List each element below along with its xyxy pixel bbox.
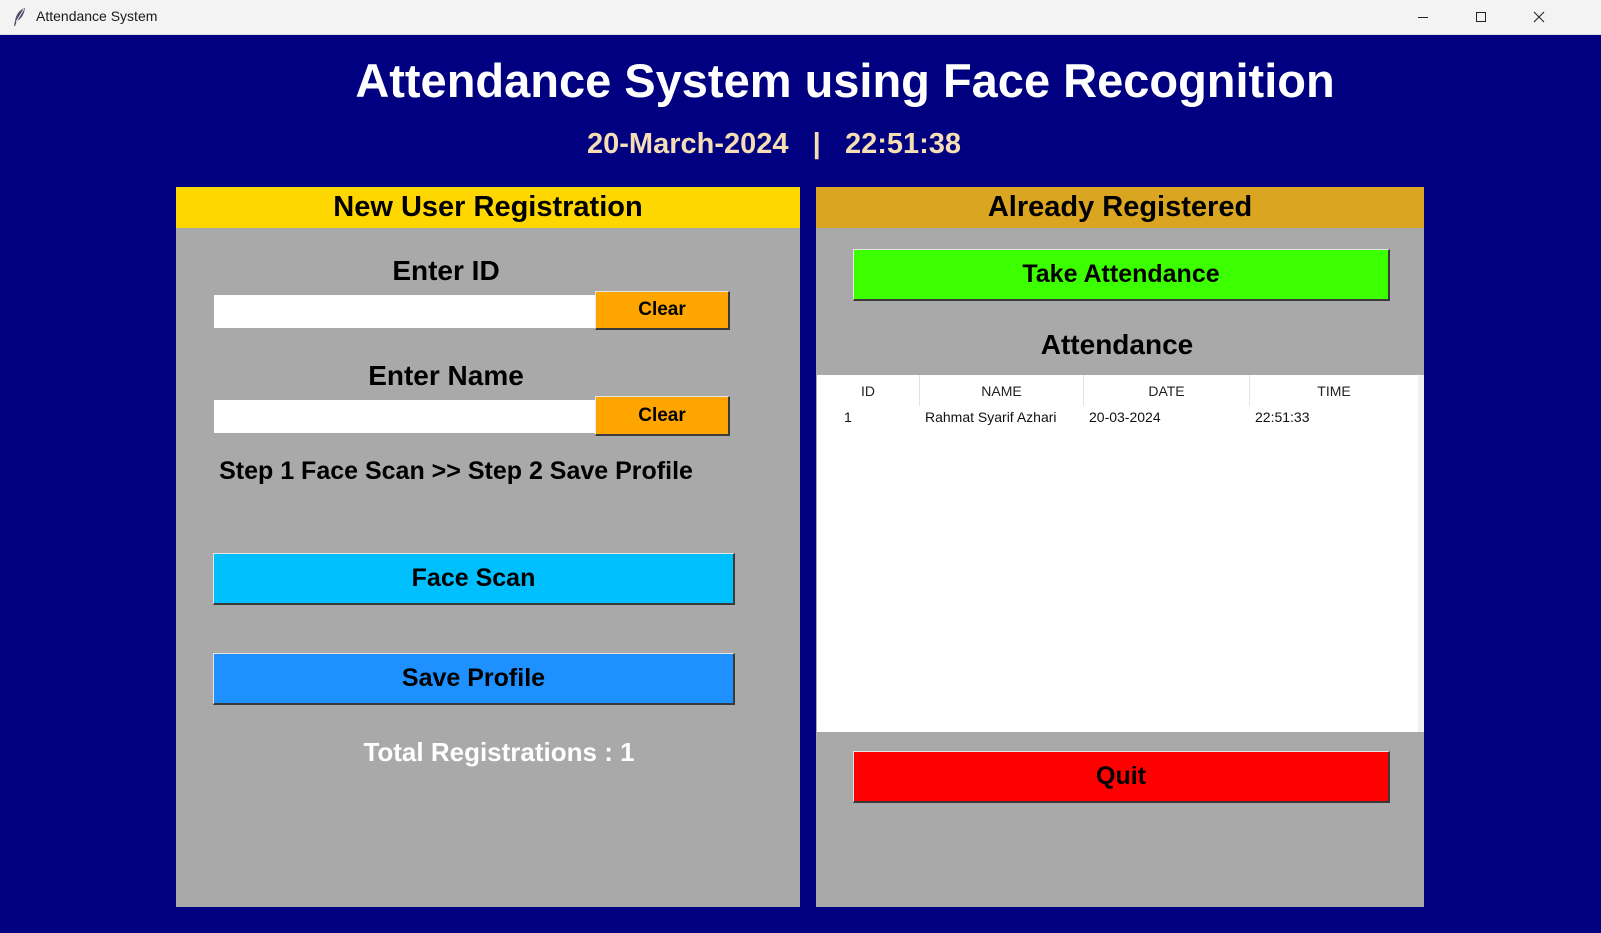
attendance-label: Attendance	[1040, 329, 1194, 360]
close-button[interactable]	[1510, 0, 1568, 34]
row-id-cell: 1	[844, 409, 852, 425]
table-row[interactable]: 1 Rahmat Syarif Azhari 20-03-2024 22:51:…	[817, 406, 1418, 428]
enter-id-label: Enter ID	[392, 255, 500, 286]
attendance-table[interactable]: ID NAME DATE TIME 1 Rahmat Syarif Azhari…	[817, 375, 1418, 732]
window-titlebar[interactable]: Attendance System	[0, 0, 1601, 35]
maximize-button[interactable]	[1452, 0, 1510, 34]
quit-button[interactable]: Quit	[853, 751, 1390, 803]
name-input[interactable]	[214, 400, 596, 433]
already-registered-header: Already Registered	[816, 187, 1424, 228]
already-registered-panel: Already Registered Take Attendance Atten…	[816, 187, 1424, 907]
app-heading: Attendance System using Face Recognition	[355, 54, 1335, 107]
app-window: Attendance System using Face Recognition…	[0, 35, 1601, 933]
maximize-icon	[1476, 12, 1486, 22]
column-header-id[interactable]: ID	[817, 375, 920, 406]
face-scan-button[interactable]: Face Scan	[213, 553, 735, 605]
row-name-cell: Rahmat Syarif Azhari	[925, 409, 1057, 425]
row-time-cell: 22:51:33	[1255, 409, 1310, 425]
registration-steps-text: Step 1 Face Scan >> Step 2 Save Profile	[219, 457, 693, 485]
minimize-icon	[1418, 17, 1428, 18]
window-title: Attendance System	[36, 8, 158, 24]
date-time-separator: |	[812, 128, 821, 160]
clear-id-button[interactable]: Clear	[595, 291, 730, 330]
row-date-cell: 20-03-2024	[1089, 409, 1161, 425]
date-time-display: 20-March-2024 | 22:51:38	[587, 128, 961, 161]
take-attendance-button[interactable]: Take Attendance	[853, 249, 1390, 301]
close-icon	[1533, 11, 1545, 23]
current-date: 20-March-2024	[587, 128, 789, 160]
id-input[interactable]	[214, 295, 596, 328]
attendance-table-header: ID NAME DATE TIME	[817, 375, 1418, 406]
column-header-time[interactable]: TIME	[1250, 375, 1418, 406]
feather-icon	[14, 8, 25, 26]
minimize-button[interactable]	[1394, 0, 1452, 34]
column-header-name[interactable]: NAME	[920, 375, 1084, 406]
new-user-registration-panel: New User Registration Enter ID Clear Ent…	[176, 187, 800, 907]
new-user-registration-header: New User Registration	[176, 187, 800, 228]
table-scrollbar[interactable]	[1418, 375, 1424, 732]
column-header-date[interactable]: DATE	[1084, 375, 1250, 406]
clear-name-button[interactable]: Clear	[595, 396, 730, 436]
total-registrations-text: Total Registrations : 1	[363, 737, 635, 767]
current-time: 22:51:38	[844, 128, 962, 160]
enter-name-label: Enter Name	[368, 360, 524, 391]
save-profile-button[interactable]: Save Profile	[213, 653, 735, 705]
